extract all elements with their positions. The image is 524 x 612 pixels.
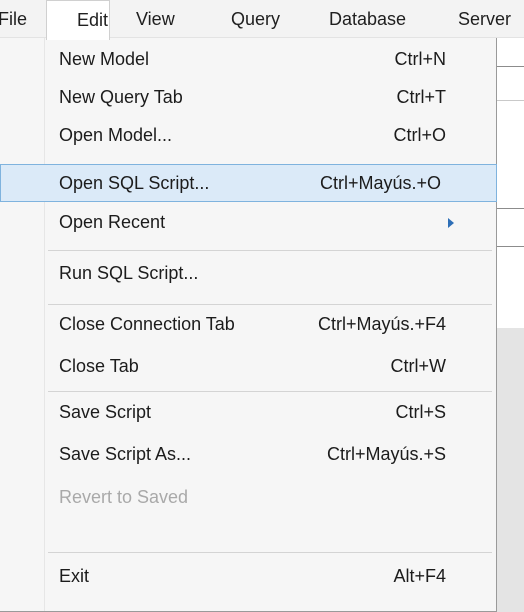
background-divider [497,208,524,209]
menu-query[interactable]: Query [231,0,280,38]
menu-item-label: Run SQL Script... [59,263,199,283]
menu-file[interactable]: File [0,0,27,38]
background-divider [497,66,524,67]
menu-item-shortcut: Ctrl+N [394,49,446,69]
menu-server[interactable]: Server [458,0,511,38]
menu-item-shortcut: Alt+F4 [393,566,446,586]
menu-item-run-sql-script[interactable]: Run SQL Script... [4,255,492,293]
menu-edit[interactable]: Edit [46,0,110,40]
menu-item-save-script[interactable]: Save Script Ctrl+S [4,394,492,432]
menu-view[interactable]: View [136,0,175,38]
menu-item-label: Close Connection Tab [59,314,235,334]
menu-item-shortcut: Ctrl+Mayús.+F4 [317,314,446,334]
menu-item-label: Open Model... [59,125,173,145]
menu-item-shortcut: Ctrl+Mayús.+S [326,444,446,464]
menu-separator [48,391,492,392]
menu-separator [48,250,492,251]
menu-item-shortcut: Ctrl+T [396,87,447,107]
menu-item-save-script-as[interactable]: Save Script As... Ctrl+Mayús.+S [4,436,492,474]
menu-bar: File Edit View Query Database Server [0,0,524,40]
menu-item-shortcut: Ctrl+S [395,402,446,422]
menu-item-label: Open SQL Script... [59,173,210,193]
menu-item-label: Close Tab [59,356,139,376]
menu-item-label: New Query Tab [59,87,183,107]
menu-item-exit[interactable]: Exit Alt+F4 [4,558,492,596]
menu-item-label: Save Script As... [59,444,192,464]
menu-item-close-connection-tab[interactable]: Close Connection Tab Ctrl+Mayús.+F4 [4,306,492,344]
menu-separator [48,552,492,553]
menu-item-open-recent[interactable]: Open Recent [4,204,492,242]
chevron-right-icon [448,218,454,228]
menu-database[interactable]: Database [329,0,406,38]
menu-item-new-model[interactable]: New Model Ctrl+N [4,41,492,79]
menu-item-new-query-tab[interactable]: New Query Tab Ctrl+T [4,79,492,117]
menu-item-revert-to-saved: Revert to Saved [4,479,492,517]
background-panel [497,328,524,612]
menu-item-open-model[interactable]: Open Model... Ctrl+O [4,117,492,155]
menu-item-label: Open Recent [59,212,166,232]
menu-separator [48,304,492,305]
background-divider [497,246,524,247]
menu-item-label: Exit [59,566,90,586]
menu-item-shortcut: Ctrl+Mayús.+O [319,173,441,193]
menu-item-shortcut: Ctrl+W [390,356,447,376]
file-menu-dropdown: New Model Ctrl+N New Query Tab Ctrl+T Op… [0,38,497,612]
menu-item-label: Save Script [59,402,152,422]
menu-item-label: Revert to Saved [59,487,189,507]
background-toolbar-area [497,38,524,612]
menu-item-label: New Model [59,49,150,69]
menu-item-close-tab[interactable]: Close Tab Ctrl+W [4,348,492,386]
background-divider [497,100,524,101]
menu-item-shortcut: Ctrl+O [393,125,446,145]
menu-item-open-sql-script[interactable]: Open SQL Script... Ctrl+Mayús.+O [0,164,497,202]
